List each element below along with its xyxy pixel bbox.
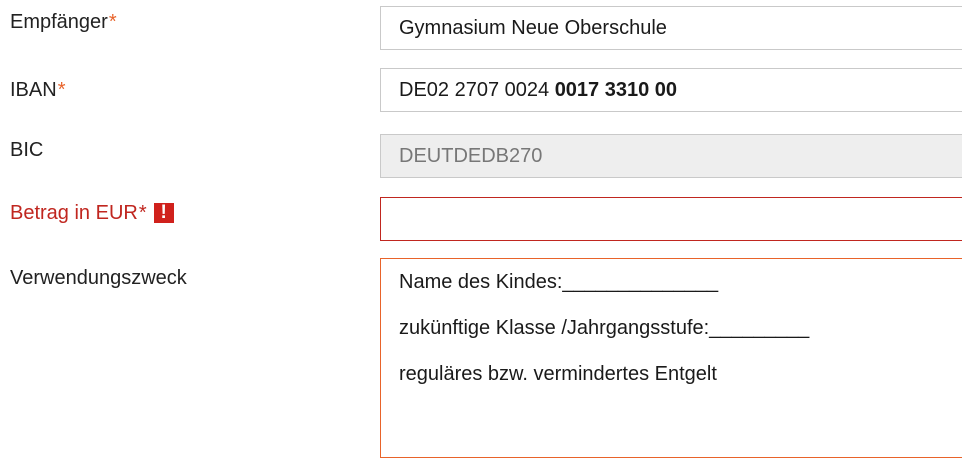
purpose-label: Verwendungszweck: [10, 266, 187, 290]
bic-input: DEUTDEDB270: [380, 134, 962, 178]
iban-label-text: IBAN: [10, 79, 57, 101]
bic-label-text: BIC: [10, 139, 44, 161]
recipient-label-text: Empfänger: [10, 11, 108, 33]
bic-label: BIC: [10, 138, 43, 162]
recipient-input[interactable]: Gymnasium Neue Oberschule: [380, 6, 962, 50]
iban-label: IBAN*: [10, 78, 65, 102]
required-star: *: [138, 202, 147, 224]
amount-label: Betrag in EUR*!: [10, 201, 174, 225]
iban-value-plain: DE02 2707 0024: [399, 79, 555, 101]
purpose-line: reguläres bzw. vermindertes Entgelt: [399, 363, 717, 385]
amount-input[interactable]: [380, 197, 962, 241]
required-star: *: [57, 79, 66, 101]
recipient-value: Gymnasium Neue Oberschule: [399, 17, 667, 39]
recipient-label: Empfänger*: [10, 10, 117, 34]
required-star: *: [108, 11, 117, 33]
purpose-label-text: Verwendungszweck: [10, 267, 187, 289]
error-icon: !: [153, 203, 174, 223]
purpose-line: Name des Kindes:______________: [399, 271, 719, 293]
amount-label-text: Betrag in EUR: [10, 202, 138, 224]
iban-value-bold: 0017 3310 00: [554, 79, 678, 101]
purpose-line: zukünftige Klasse /Jahrgangsstufe:______…: [399, 317, 810, 339]
iban-input[interactable]: DE02 2707 0024 0017 3310 00: [380, 68, 962, 112]
bic-value: DEUTDEDB270: [399, 145, 543, 167]
purpose-textarea[interactable]: Name des Kindes:______________ zukünftig…: [380, 258, 962, 458]
